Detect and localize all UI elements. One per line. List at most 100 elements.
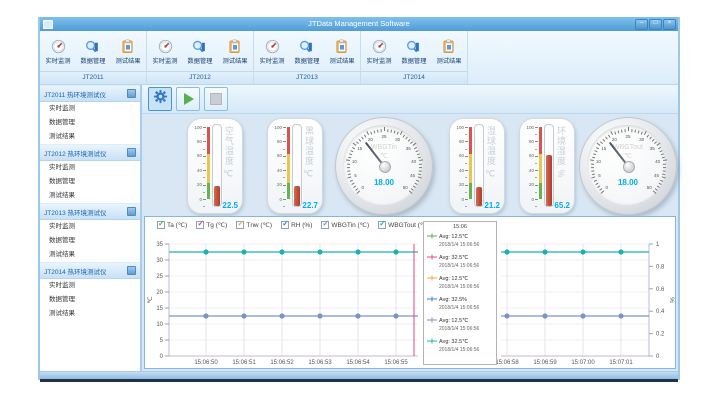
tooltip-entry: Avg: 32.5℃ 2018/1/4 15:06:56	[427, 338, 493, 353]
tooltip-avg-value: Avg: 12.5℃	[439, 276, 468, 282]
thermometer-value: 65.2	[554, 201, 570, 210]
close-button[interactable]: ×	[663, 19, 676, 30]
thermometer-color-band	[207, 154, 210, 183]
dial-unit: ℃	[336, 152, 432, 160]
legend-label: Tnw (℃)	[246, 221, 272, 229]
legend-checkbox[interactable]: ✓	[236, 221, 244, 229]
collapse-icon[interactable]	[127, 207, 136, 216]
gear-icon	[153, 89, 168, 109]
tooltip-avg-value: Avg: 32.5%	[439, 297, 467, 303]
data-management-button[interactable]: 数据管理	[290, 39, 324, 65]
check-icon: ✓	[158, 220, 165, 228]
chart-panel: 3530252015105010.80.60.40.2015:06:5015:0…	[144, 216, 676, 369]
test-results-button[interactable]: 测试结果	[432, 39, 466, 65]
dial-unit: ℃	[580, 152, 676, 160]
collapse-icon[interactable]	[127, 89, 136, 98]
thermometer-tick-label: 80	[188, 139, 202, 144]
start-button[interactable]	[176, 87, 200, 111]
sidebar-item[interactable]: 实时监测	[40, 161, 140, 175]
settings-button[interactable]	[148, 87, 172, 111]
thermometer-mercury	[546, 155, 552, 206]
stop-icon	[210, 93, 222, 105]
test-results-button[interactable]: 测试结果	[111, 39, 145, 65]
ribbon-button-label: 数据管理	[295, 55, 320, 65]
legend-item: ✓Ta (℃)	[157, 221, 187, 229]
data-management-button[interactable]: 数据管理	[397, 39, 431, 65]
legend-checkbox[interactable]: ✓	[157, 221, 165, 229]
sidebar-item[interactable]: 数据管理	[40, 234, 140, 248]
thermometer-tick-label: 40	[450, 168, 464, 173]
sidebar-item[interactable]: 测试结果	[40, 189, 140, 203]
sidebar-item[interactable]: 数据管理	[40, 175, 140, 189]
sidebar-item[interactable]: 测试结果	[40, 307, 140, 321]
sidebar-group-header-1[interactable]: JT2011 热环境测试仪	[40, 85, 140, 102]
sidebar-group-header-2[interactable]: JT2012 热环境测试仪	[40, 144, 140, 161]
svg-text:0.8: 0.8	[656, 264, 665, 270]
realtime-monitor-button[interactable]: 实时监测	[148, 39, 182, 65]
sidebar-item[interactable]: 测试结果	[40, 248, 140, 262]
title-bar[interactable]: JTData Management Software – □ ×	[40, 17, 678, 31]
svg-text:15:06:55: 15:06:55	[384, 360, 408, 366]
sidebar-group-header-4[interactable]: JT2014 热环境测试仪	[40, 262, 140, 279]
data-management-button[interactable]: 数据管理	[76, 39, 110, 65]
svg-text:15:06:53: 15:06:53	[308, 360, 332, 366]
thermometer-tick-label: 100	[268, 125, 282, 130]
legend-checkbox[interactable]: ✓	[378, 221, 386, 229]
legend-item: ✓RH (%)	[281, 221, 312, 229]
sidebar-item[interactable]: 实时监测	[40, 220, 140, 234]
chart-plot[interactable]: 3530252015105010.80.60.40.2015:06:5015:0…	[145, 217, 675, 366]
data-management-button[interactable]: 数据管理	[183, 39, 217, 65]
sidebar-item[interactable]: 数据管理	[40, 293, 140, 307]
sidebar-item[interactable]: 实时监测	[40, 279, 140, 293]
thermometer-label: 环境湿度 %	[556, 126, 566, 179]
test-results-button[interactable]: 测试结果	[325, 39, 359, 65]
ribbon-button-label: 实时监测	[153, 55, 178, 65]
sidebar-item[interactable]: 数据管理	[40, 116, 140, 130]
tooltip-entry: Avg: 12.5℃ 2018/1/4 15:06:56	[427, 275, 493, 290]
device-sidebar: JT2011 热环境测试仪实时监测数据管理测试结果JT2012 热环境测试仪实时…	[40, 85, 142, 371]
legend-checkbox[interactable]: ✓	[196, 221, 204, 229]
realtime-monitor-button[interactable]: 实时监测	[41, 39, 75, 65]
series-marker-icon	[427, 296, 437, 304]
tooltip-timestamp: 2018/1/4 15:06:56	[439, 263, 493, 269]
sidebar-group-header-3[interactable]: JT2013 热环境测试仪	[40, 203, 140, 220]
thermometer-value: 21.2	[484, 201, 500, 210]
ribbon-button-label: 测试结果	[115, 55, 140, 65]
thermometer-label: 黑球温度 ℃	[304, 126, 314, 181]
svg-text:30: 30	[156, 258, 163, 264]
dial-scale-number: 25	[378, 134, 390, 139]
tooltip-timestamp: 2018/1/4 15:06:56	[439, 284, 493, 290]
minimize-button[interactable]: –	[635, 19, 648, 30]
collapse-icon[interactable]	[127, 148, 136, 157]
thermometer-tick-label: 0	[520, 197, 534, 202]
status-bar	[40, 371, 678, 379]
maximize-button[interactable]: □	[649, 19, 662, 30]
legend-checkbox[interactable]: ✓	[281, 221, 289, 229]
thermometer-tick-label: 60	[520, 153, 534, 158]
realtime-monitor-button[interactable]: 实时监测	[255, 39, 289, 65]
thermometer-color-band	[539, 183, 542, 199]
tooltip-timestamp: 2018/1/4 15:06:56	[439, 326, 493, 332]
sidebar-item[interactable]: 测试结果	[40, 130, 140, 144]
stop-button[interactable]	[204, 87, 228, 111]
gauge-icon	[51, 39, 66, 54]
tooltip-entry: Avg: 12.5℃2018/1/4 15:06:56	[427, 317, 493, 332]
window-controls: – □ ×	[635, 19, 676, 30]
test-results-button[interactable]: 测试结果	[218, 39, 252, 65]
sidebar-group-title: JT2011 热环境测试仪	[44, 89, 125, 99]
svg-text:0.6: 0.6	[656, 287, 665, 293]
series-marker-icon	[427, 254, 437, 262]
content-area: 100806040200空气温度 ℃22.5100806040200黑球温度 ℃…	[142, 85, 678, 371]
ribbon-button-label: 数据管理	[402, 55, 427, 65]
thermometer-tick-label: 100	[188, 125, 202, 130]
thermometer-tick-label: 60	[268, 153, 282, 158]
sidebar-item[interactable]: 实时监测	[40, 102, 140, 116]
realtime-monitor-button[interactable]: 实时监测	[362, 39, 396, 65]
legend-checkbox[interactable]: ✓	[321, 221, 329, 229]
sidebar-group-title: JT2012 热环境测试仪	[44, 148, 125, 158]
collapse-icon[interactable]	[127, 266, 136, 275]
tooltip-avg-value: Avg: 32.5℃	[439, 339, 468, 345]
svg-text:15:06:59: 15:06:59	[533, 360, 557, 366]
tooltip-timestamp: 2018/1/4 15:06:56	[439, 347, 493, 353]
main-area: JT2011 热环境测试仪实时监测数据管理测试结果JT2012 热环境测试仪实时…	[40, 85, 678, 371]
